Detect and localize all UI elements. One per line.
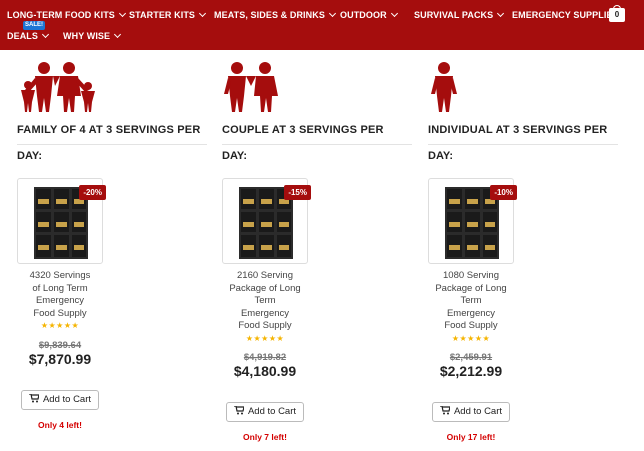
product-name-line: Term xyxy=(460,295,482,306)
product-image[interactable]: -20% xyxy=(17,178,106,264)
nav-label: MEATS, SIDES & DRINKS xyxy=(214,10,325,20)
nav-outdoor[interactable]: OUTDOOR xyxy=(340,9,398,20)
main-navigation: LONG-TERM FOOD KITS STARTER KITS MEATS, … xyxy=(0,0,644,50)
product-name-line: 2160 Serving xyxy=(237,270,293,281)
divider xyxy=(428,144,618,145)
product-heading: INDIVIDUAL AT 3 SERVINGS PER xyxy=(428,124,608,136)
product-name-line: Food Supply xyxy=(238,320,292,331)
stock-warning: Only 4 left! xyxy=(38,420,82,430)
discount-badge: -15% xyxy=(284,185,311,200)
original-price: $4,919.82 xyxy=(243,352,287,363)
chevron-down-icon xyxy=(114,30,122,39)
product-image[interactable]: -10% xyxy=(428,178,517,264)
sale-price: $4,180.99 xyxy=(233,363,297,379)
sale-badge: SALE! xyxy=(23,21,45,30)
nav-deals[interactable]: DEALS xyxy=(7,30,50,41)
product-name[interactable]: 2160 Serving Package of Long Term Emerge… xyxy=(222,270,308,333)
cart-count: 0 xyxy=(614,10,620,19)
nav-meats-sides-drinks[interactable]: MEATS, SIDES & DRINKS xyxy=(214,9,336,20)
product-heading: COUPLE AT 3 SERVINGS PER xyxy=(222,124,384,136)
divider xyxy=(222,144,412,145)
individual-icon xyxy=(431,62,457,112)
product-heading: FAMILY OF 4 AT 3 SERVINGS PER xyxy=(17,124,201,136)
rating-stars: ★★★★★ xyxy=(245,334,285,343)
nav-label: SURVIVAL PACKS xyxy=(414,10,494,20)
couple-icon xyxy=(224,62,278,112)
nav-label: STARTER KITS xyxy=(129,10,196,20)
sale-price: $2,212.99 xyxy=(439,363,503,379)
add-to-cart-button[interactable]: Add to Cart xyxy=(226,402,304,422)
family-of-four-icon xyxy=(21,62,95,112)
product-name-line: Food Supply xyxy=(33,307,87,319)
product-name-line: of Long Term xyxy=(32,282,88,294)
chevron-down-icon xyxy=(41,30,50,39)
add-to-cart-label: Add to Cart xyxy=(247,406,297,417)
product-heading-day: DAY: xyxy=(17,150,43,162)
nav-label: EMERGENCY SUPPLIES xyxy=(512,10,619,20)
nav-emergency-supplies[interactable]: EMERGENCY SUPPLIES xyxy=(512,10,619,20)
nav-label: LONG-TERM FOOD KITS xyxy=(7,10,115,20)
sale-price: $7,870.99 xyxy=(28,351,92,367)
stock-warning: Only 7 left! xyxy=(243,432,287,442)
rating-stars: ★★★★★ xyxy=(40,321,80,330)
nav-starter-kits[interactable]: STARTER KITS xyxy=(129,9,207,20)
nav-long-term-food-kits[interactable]: LONG-TERM FOOD KITS xyxy=(7,9,126,20)
original-price: $2,459.91 xyxy=(449,352,493,363)
product-name-line: Emergency xyxy=(240,307,290,319)
product-name[interactable]: 1080 Serving Package of Long Term Emerge… xyxy=(428,270,514,333)
add-to-cart-label: Add to Cart xyxy=(453,406,503,417)
cart-icon xyxy=(233,405,245,415)
product-name-line: Emergency xyxy=(446,307,496,319)
chevron-down-icon xyxy=(199,9,207,18)
product-name-line: 1080 Serving xyxy=(443,270,499,281)
product-name-line: Emergency xyxy=(35,295,85,306)
nav-why-wise[interactable]: WHY WISE xyxy=(63,30,122,41)
product-heading-day: DAY: xyxy=(222,150,248,162)
divider xyxy=(17,144,207,145)
product-name-line: Package of Long xyxy=(435,282,507,294)
add-to-cart-label: Add to Cart xyxy=(42,394,92,405)
chevron-down-icon xyxy=(497,9,505,18)
product-name-line: Package of Long xyxy=(229,282,301,294)
nav-label: WHY WISE xyxy=(63,31,111,41)
add-to-cart-button[interactable]: Add to Cart xyxy=(21,390,99,410)
nav-label: OUTDOOR xyxy=(340,10,387,20)
original-price: $9,839.64 xyxy=(38,340,82,351)
product-name-line: Term xyxy=(254,295,276,306)
product-image[interactable]: -15% xyxy=(222,178,311,264)
nav-survival-packs[interactable]: SURVIVAL PACKS xyxy=(414,9,505,20)
add-to-cart-button[interactable]: Add to Cart xyxy=(432,402,510,422)
cart-icon[interactable]: 0 xyxy=(609,5,625,22)
discount-badge: -10% xyxy=(490,185,517,200)
product-name-line: Food Supply xyxy=(444,320,498,331)
chevron-down-icon xyxy=(390,9,398,18)
chevron-down-icon xyxy=(328,9,336,18)
product-name[interactable]: 4320 Servings of Long Term Emergency Foo… xyxy=(17,270,103,320)
cart-icon xyxy=(28,393,40,403)
cart-icon xyxy=(439,405,451,415)
nav-label: DEALS xyxy=(7,31,39,41)
product-heading-day: DAY: xyxy=(428,150,454,162)
discount-badge: -20% xyxy=(79,185,106,200)
rating-stars: ★★★★★ xyxy=(451,334,491,343)
stock-warning: Only 17 left! xyxy=(446,432,496,442)
chevron-down-icon xyxy=(118,9,126,18)
product-name-line: 4320 Servings xyxy=(29,270,91,281)
